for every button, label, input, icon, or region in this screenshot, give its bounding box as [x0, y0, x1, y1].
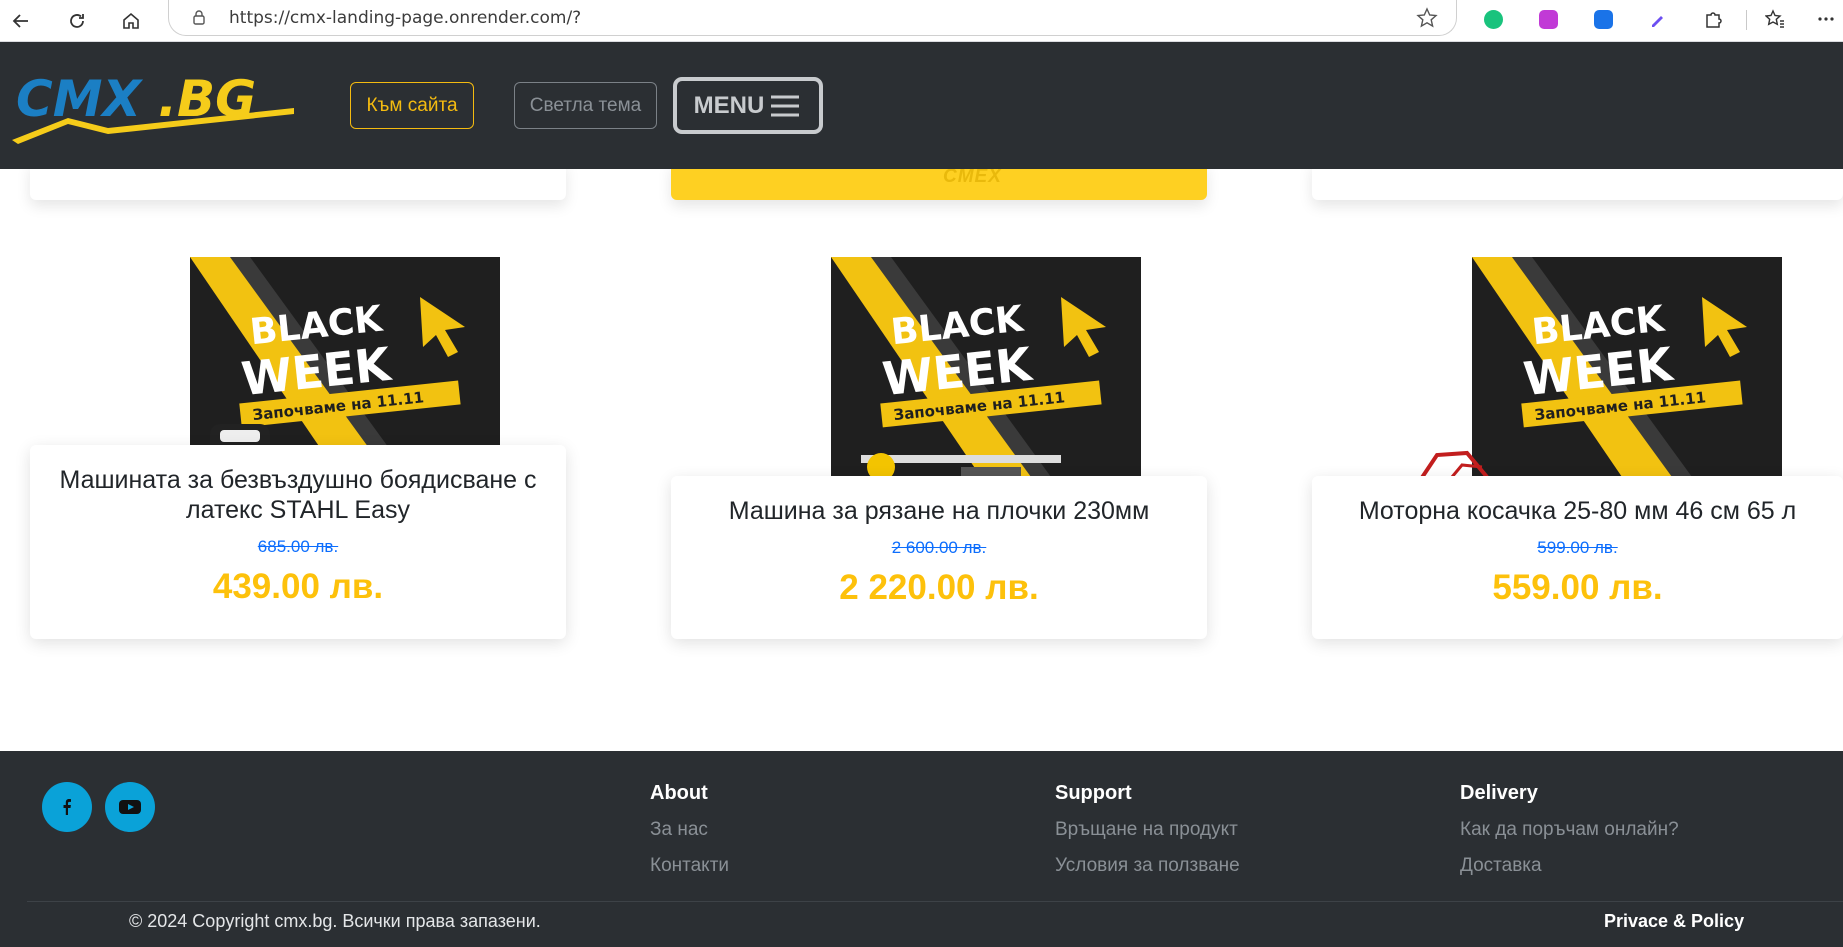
- footer-support-title: Support: [1055, 782, 1132, 804]
- extension-purple-icon[interactable]: [1536, 7, 1560, 31]
- theme-toggle-button[interactable]: Светла тема: [514, 82, 657, 129]
- product-old-price: 685.00 лв.: [257, 537, 339, 556]
- translate-extension-icon[interactable]: [1591, 7, 1615, 31]
- youtube-icon[interactable]: [105, 782, 155, 832]
- to-site-button[interactable]: Към сайта: [350, 82, 474, 129]
- favorite-star-icon[interactable]: [1416, 7, 1438, 29]
- product-info: Моторна косачка 25-80 мм 46 см 65 л 599.…: [1312, 476, 1843, 639]
- product-info: Машината за безвъздушно боядисване с лат…: [30, 445, 566, 639]
- product-old-price: 2 600.00 лв.: [891, 538, 987, 557]
- footer-link-terms[interactable]: Условия за ползване: [1055, 855, 1240, 877]
- product-info: Машина за рязане на плочки 230мм 2 600.0…: [671, 476, 1207, 639]
- menu-label: MENU: [693, 91, 765, 119]
- footer-delivery-title: Delivery: [1460, 782, 1538, 804]
- home-icon[interactable]: [116, 6, 146, 36]
- chatgpt-extension-icon[interactable]: [1481, 7, 1505, 31]
- product-card[interactable]: BLACK WEEK Започваме на 11.11 Машината з…: [30, 257, 566, 639]
- back-icon[interactable]: [6, 6, 36, 36]
- product-name[interactable]: Машина за рязане на плочки 230мм: [671, 496, 1207, 526]
- footer-link-returns[interactable]: Връщане на продукт: [1055, 819, 1240, 841]
- black-week-banner: BLACK WEEK Започваме на 11.11: [831, 257, 1141, 477]
- copyright-text: © 2024 Copyright cmx.bg. Всички права за…: [129, 911, 541, 931]
- color-picker-extension-icon[interactable]: [1646, 7, 1670, 31]
- product-name[interactable]: Машината за безвъздушно боядисване с лат…: [30, 465, 566, 525]
- reload-icon[interactable]: [62, 6, 92, 36]
- svg-text:CMX: CMX: [16, 70, 143, 128]
- favorites-icon[interactable]: [1763, 7, 1787, 31]
- cmex-watermark: CMEX: [943, 166, 1002, 187]
- lock-icon: [193, 10, 205, 25]
- site-header: CMX .BG Към сайта Светла тема MENU: [0, 42, 1843, 169]
- menu-button[interactable]: MENU: [673, 77, 823, 134]
- footer-about-title: About: [650, 782, 708, 804]
- address-bar[interactable]: https://cmx-landing-page.onrender.com/?: [168, 0, 1457, 36]
- browser-toolbar: https://cmx-landing-page.onrender.com/?: [0, 0, 1843, 42]
- product-price: 2 220.00 лв.: [839, 568, 1039, 607]
- more-options-icon[interactable]: [1814, 7, 1838, 31]
- svg-text:.BG: .BG: [158, 70, 256, 128]
- product-name[interactable]: Моторна косачка 25-80 мм 46 см 65 л: [1312, 496, 1843, 526]
- cmx-logo[interactable]: CMX .BG: [8, 70, 298, 150]
- footer-link-contacts[interactable]: Контакти: [650, 855, 729, 877]
- product-price: 559.00 лв.: [1492, 568, 1663, 607]
- product-card[interactable]: BLACK WEEK Започваме на 11.11 Моторна ко…: [1312, 257, 1843, 639]
- extensions-puzzle-icon[interactable]: [1701, 7, 1725, 31]
- footer-support-column: Support Връщане на продукт Условия за по…: [1055, 782, 1240, 877]
- footer-about-column: About За нас Контакти: [650, 782, 729, 877]
- product-old-price: 599.00 лв.: [1537, 538, 1618, 557]
- footer-delivery-column: Delivery Как да поръчам онлайн? Доставка: [1460, 782, 1679, 877]
- footer-link-delivery[interactable]: Доставка: [1460, 855, 1679, 877]
- privacy-policy-link[interactable]: Privace & Policy: [1604, 911, 1744, 932]
- toolbar-separator: [1746, 10, 1747, 30]
- footer-divider: [27, 901, 1843, 902]
- black-week-banner: BLACK WEEK Започваме на 11.11: [1472, 257, 1782, 477]
- footer-link-about-us[interactable]: За нас: [650, 819, 729, 841]
- facebook-icon[interactable]: [42, 782, 92, 832]
- product-card[interactable]: BLACK WEEK Започваме на 11.11 Машина за …: [671, 257, 1207, 639]
- hamburger-icon: [771, 95, 800, 116]
- footer-link-how-to-order[interactable]: Как да поръчам онлайн?: [1460, 819, 1679, 841]
- site-footer: About За нас Контакти Support Връщане на…: [0, 751, 1843, 947]
- url-text: https://cmx-landing-page.onrender.com/?: [229, 8, 582, 28]
- product-price: 439.00 лв.: [212, 567, 384, 606]
